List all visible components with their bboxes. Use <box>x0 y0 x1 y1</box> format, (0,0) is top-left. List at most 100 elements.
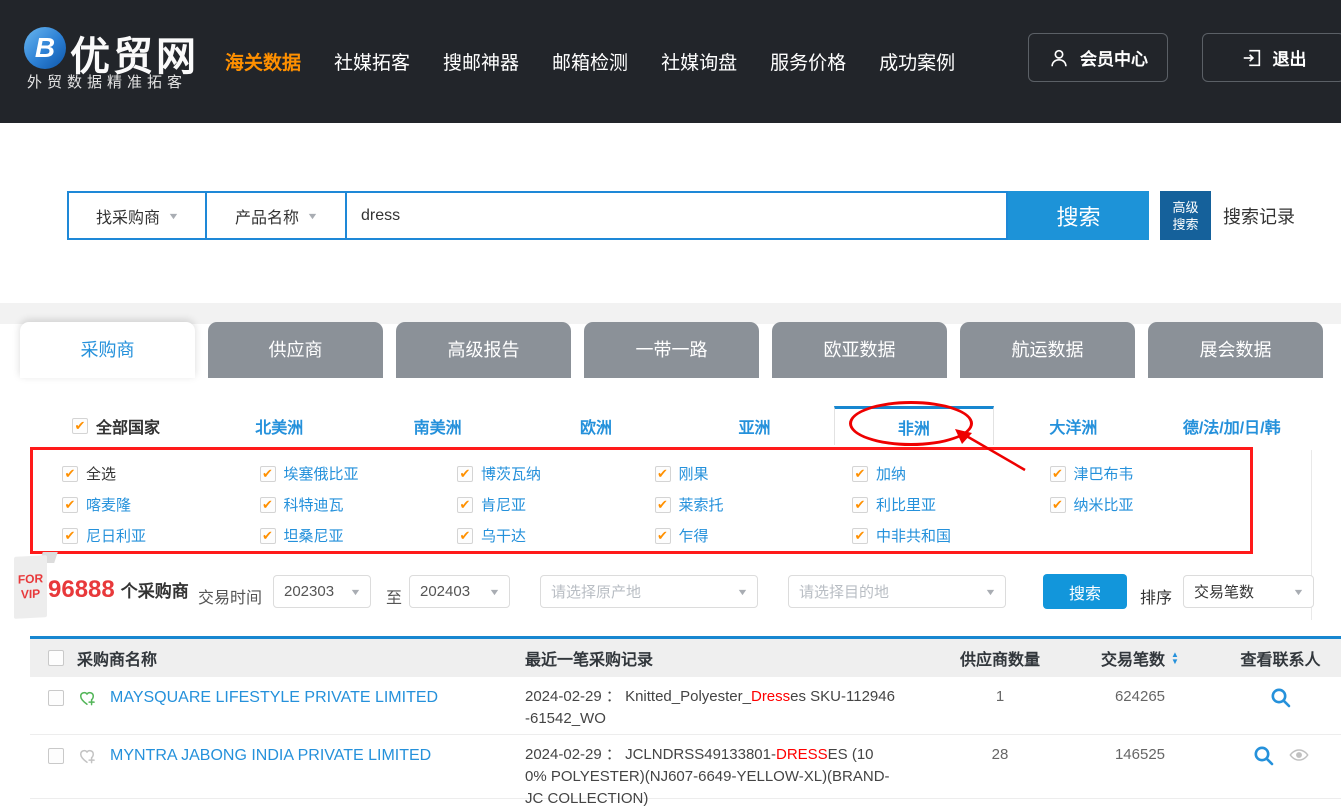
search-field-value: 产品名称 <box>235 204 299 228</box>
buyer-name-link[interactable]: MAYSQUARE LIFESTYLE PRIVATE LIMITED <box>110 689 438 707</box>
transaction-count: 146525 <box>1060 735 1220 798</box>
tab-shipping-data[interactable]: 航运数据 <box>960 322 1135 378</box>
country-ethiopia[interactable]: ✔ 埃塞俄比亚 <box>260 463 458 484</box>
favorite-add-icon[interactable] <box>77 746 97 766</box>
nav-item-pricing[interactable]: 服务价格 <box>770 48 846 75</box>
checkbox-checked-icon[interactable]: ✔ <box>62 497 78 513</box>
checkbox-checked-icon[interactable]: ✔ <box>260 497 276 513</box>
region-tab-europe[interactable]: 欧洲 <box>517 406 675 445</box>
region-tab-de-fr-ca-jp-kr[interactable]: 德/法/加/日/韩 <box>1153 406 1311 445</box>
checkbox-checked-icon[interactable]: ✔ <box>457 497 473 513</box>
viewed-eye-icon[interactable] <box>1288 744 1310 766</box>
advanced-search-button[interactable]: 高级 搜索 <box>1160 191 1211 240</box>
checkbox-checked-icon[interactable]: ✔ <box>655 528 671 544</box>
view-contact-icon[interactable] <box>1269 686 1293 710</box>
nav-item-social-inquiry[interactable]: 社媒询盘 <box>661 48 737 75</box>
search-box: 找采购商 ▼ 产品名称 ▼ <box>67 191 1008 240</box>
country-label: 埃塞俄比亚 <box>284 463 359 484</box>
destination-select[interactable]: 请选择目的地 ▼ <box>788 575 1006 608</box>
region-filter-row: ✔ 全部国家 北美洲 南美洲 欧洲 亚洲 非洲 大洋洲 德/法/加/日/韩 <box>30 406 1311 445</box>
country-ghana[interactable]: ✔加纳 <box>852 463 1050 484</box>
checkbox-checked-icon[interactable]: ✔ <box>1050 497 1066 513</box>
region-tab-north-america[interactable]: 北美洲 <box>200 406 358 445</box>
country-cameroon[interactable]: ✔喀麦隆 <box>62 494 260 515</box>
country-nigeria[interactable]: ✔尼日利亚 <box>62 525 260 546</box>
country-uganda[interactable]: ✔ 乌干达 <box>457 525 655 546</box>
sort-toggle-icon[interactable]: ▲ ▼ <box>1171 651 1179 665</box>
region-tab-south-america[interactable]: 南美洲 <box>358 406 516 445</box>
view-contact-icon[interactable] <box>1252 744 1276 768</box>
nav-item-social-leads[interactable]: 社媒拓客 <box>334 48 410 75</box>
data-source-tabs: 采购商 供应商 高级报告 一带一路 欧亚数据 航运数据 展会数据 <box>20 322 1323 378</box>
country-cote-divoire[interactable]: ✔科特迪瓦 <box>260 494 458 515</box>
search-type-select[interactable]: 找采购商 ▼ <box>69 193 207 238</box>
region-tab-asia[interactable]: 亚洲 <box>675 406 833 445</box>
sort-select[interactable]: 交易笔数 ▼ <box>1183 575 1314 608</box>
select-all-checkbox[interactable] <box>48 650 64 666</box>
search-bar: 找采购商 ▼ 产品名称 ▼ 搜索 高级 搜索 搜索记录 <box>67 191 1295 240</box>
nav-item-email-check[interactable]: 邮箱检测 <box>552 48 628 75</box>
country-namibia[interactable]: ✔纳米比亚 <box>1050 494 1248 515</box>
time-from-select[interactable]: 202303 ▼ <box>273 575 371 608</box>
result-count-suffix: 个采购商 <box>121 582 189 601</box>
nav-item-email-finder[interactable]: 搜邮神器 <box>443 48 519 75</box>
country-zimbabwe[interactable]: ✔津巴布韦 <box>1050 463 1248 484</box>
checkbox-checked-icon[interactable]: ✔ <box>655 466 671 482</box>
buyer-name-link[interactable]: MYNTRA JABONG INDIA PRIVATE LIMITED <box>110 747 431 765</box>
time-to-select[interactable]: 202403 ▼ <box>409 575 510 608</box>
search-button[interactable]: 搜索 <box>1008 191 1149 240</box>
filter-search-button[interactable]: 搜索 <box>1043 574 1127 609</box>
country-label: 乌干达 <box>481 525 526 546</box>
favorite-add-icon[interactable] <box>77 688 97 708</box>
region-tab-oceania[interactable]: 大洋洲 <box>994 406 1152 445</box>
country-tanzania[interactable]: ✔坦桑尼亚 <box>260 525 458 546</box>
country-lesotho[interactable]: ✔莱索托 <box>655 494 853 515</box>
origin-select[interactable]: 请选择原产地 ▼ <box>540 575 758 608</box>
member-center-button[interactable]: 会员中心 <box>1028 33 1168 82</box>
header-transaction-count: 交易笔数 <box>1101 646 1165 670</box>
purchase-record: 2024-02-29 ： Knitted_Polyester_Dresses S… <box>485 677 940 734</box>
country-select-all[interactable]: ✔全选 <box>62 463 260 484</box>
tab-advanced-report[interactable]: 高级报告 <box>396 322 571 378</box>
country-kenya[interactable]: ✔肯尼亚 <box>457 494 655 515</box>
sort-desc-icon[interactable]: ▼ <box>1171 658 1179 665</box>
checkbox-checked-icon[interactable]: ✔ <box>260 466 276 482</box>
nav-item-success-cases[interactable]: 成功案例 <box>879 48 955 75</box>
checkbox-checked-icon[interactable]: ✔ <box>260 528 276 544</box>
region-tab-africa[interactable]: 非洲 <box>834 406 994 445</box>
search-input[interactable] <box>347 193 1006 238</box>
checkbox-checked-icon[interactable]: ✔ <box>62 528 78 544</box>
country-congo[interactable]: ✔刚果 <box>655 463 853 484</box>
checkbox-checked-icon[interactable]: ✔ <box>655 497 671 513</box>
country-central-african-republic[interactable]: ✔中非共和国 <box>852 525 1050 546</box>
tab-suppliers[interactable]: 供应商 <box>208 322 383 378</box>
checkbox-checked-icon[interactable]: ✔ <box>852 528 868 544</box>
checkbox-checked-icon[interactable]: ✔ <box>457 528 473 544</box>
checkbox-checked-icon[interactable]: ✔ <box>72 418 88 434</box>
country-chad[interactable]: ✔乍得 <box>655 525 853 546</box>
search-type-value: 找采购商 <box>96 204 160 228</box>
tab-belt-and-road[interactable]: 一带一路 <box>584 322 759 378</box>
nav-item-customs-data[interactable]: 海关数据 <box>225 48 301 75</box>
logout-button[interactable]: 退出 <box>1202 33 1341 82</box>
row-checkbox[interactable] <box>48 690 64 706</box>
country-botswana[interactable]: ✔博茨瓦纳 <box>457 463 655 484</box>
search-history-link[interactable]: 搜索记录 <box>1223 203 1295 229</box>
row-checkbox[interactable] <box>48 748 64 764</box>
country-liberia[interactable]: ✔利比里亚 <box>852 494 1050 515</box>
record-keyword: Dress <box>751 688 790 705</box>
record-prefix: 2024-02-29 ： JCLNDRSS49133801- <box>525 746 776 763</box>
chevron-down-icon: ▼ <box>984 587 996 597</box>
checkbox-checked-icon[interactable]: ✔ <box>852 497 868 513</box>
tab-eurasia-data[interactable]: 欧亚数据 <box>772 322 947 378</box>
checkbox-checked-icon[interactable]: ✔ <box>62 466 78 482</box>
tab-exhibition-data[interactable]: 展会数据 <box>1148 322 1323 378</box>
checkbox-checked-icon[interactable]: ✔ <box>852 466 868 482</box>
table-row: MAYSQUARE LIFESTYLE PRIVATE LIMITED 2024… <box>30 677 1341 735</box>
tab-buyers[interactable]: 采购商 <box>20 322 195 378</box>
all-countries-checkbox[interactable]: ✔ 全部国家 <box>30 406 200 445</box>
checkbox-checked-icon[interactable]: ✔ <box>457 466 473 482</box>
search-field-select[interactable]: 产品名称 ▼ <box>207 193 347 238</box>
logo-tagline: 外贸数据精准拓客 <box>27 71 187 92</box>
checkbox-checked-icon[interactable]: ✔ <box>1050 466 1066 482</box>
